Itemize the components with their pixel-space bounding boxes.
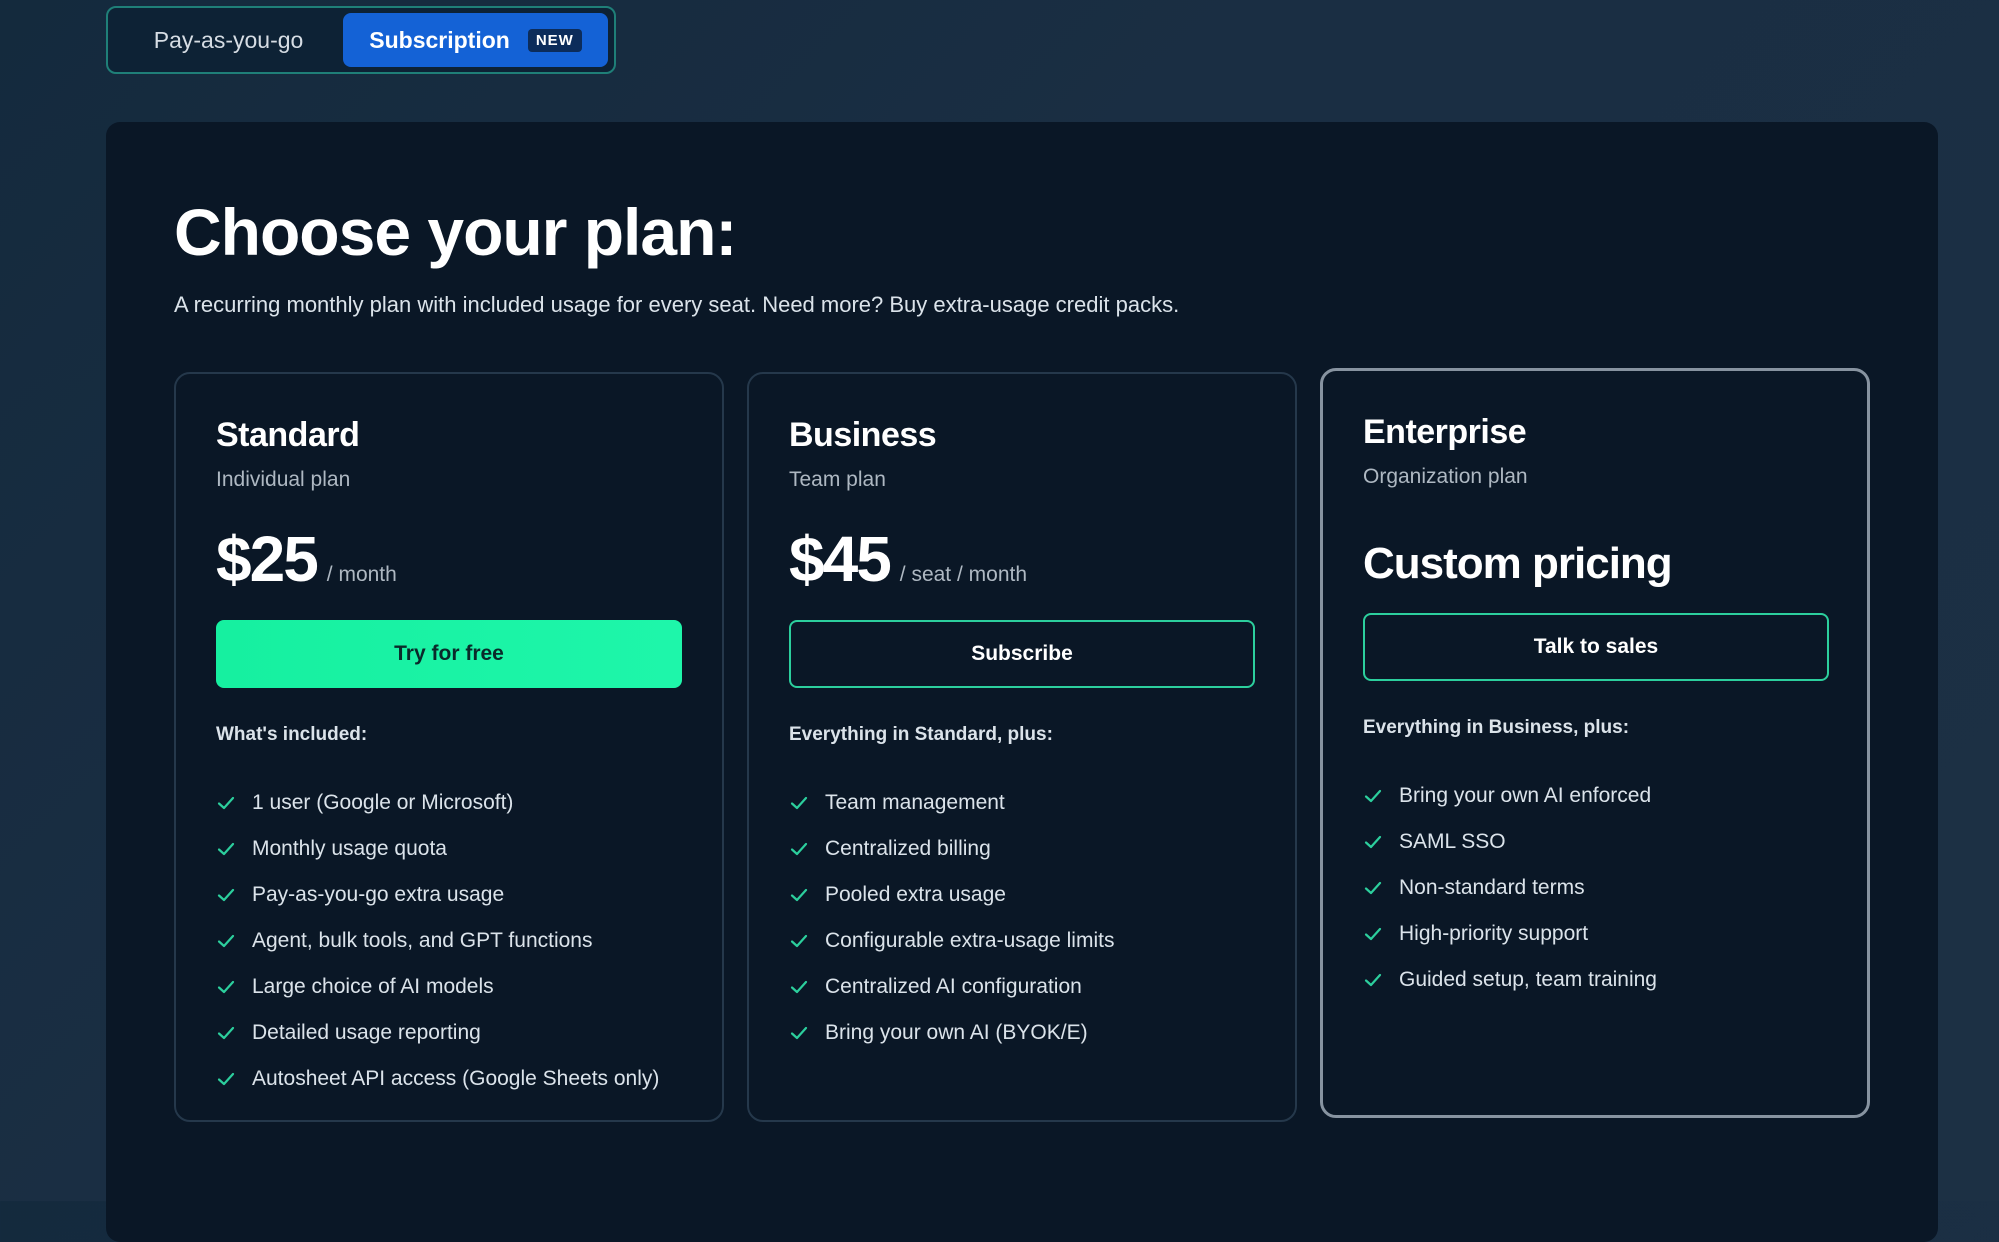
check-icon	[217, 1026, 235, 1040]
included-label: What's included:	[216, 724, 368, 745]
check-icon	[217, 980, 235, 994]
check-icon	[790, 796, 808, 810]
check-icon	[790, 842, 808, 856]
check-icon	[1364, 881, 1382, 895]
page-title: Choose your plan:	[174, 195, 737, 269]
plan-subtitle: Organization plan	[1363, 465, 1528, 488]
feature-item: SAML SSO	[1363, 819, 1657, 865]
plan-name: Standard	[216, 416, 360, 454]
feature-item: Bring your own AI enforced	[1363, 773, 1657, 819]
check-icon	[217, 842, 235, 856]
feature-text: Bring your own AI enforced	[1399, 784, 1652, 807]
check-icon	[217, 934, 235, 948]
feature-list: Team management Centralized billing Pooled…	[789, 780, 1114, 1056]
feature-item: Agent, bulk tools, and GPT functions	[216, 918, 659, 964]
plans-panel: Choose your plan: A recurring monthly pl…	[106, 122, 1938, 1242]
feature-item: Centralized billing	[789, 826, 1114, 872]
feature-item: Centralized AI configuration	[789, 964, 1114, 1010]
talk-to-sales-button[interactable]: Talk to sales	[1363, 613, 1829, 681]
plan-card-standard: Standard Individual plan $25 / month Try…	[174, 372, 724, 1122]
check-icon	[790, 934, 808, 948]
feature-text: Large choice of AI models	[252, 975, 494, 998]
plan-name: Enterprise	[1363, 413, 1527, 451]
page-subtitle: A recurring monthly plan with included u…	[174, 292, 1180, 317]
plan-card-enterprise: Enterprise Organization plan Custom pric…	[1320, 368, 1870, 1118]
plan-name: Business	[789, 416, 937, 454]
price-unit: / month	[326, 563, 397, 586]
feature-text: Monthly usage quota	[252, 837, 447, 860]
try-for-free-button[interactable]: Try for free	[216, 620, 682, 688]
feature-item: High-priority support	[1363, 911, 1657, 957]
feature-item: Detailed usage reporting	[216, 1010, 659, 1056]
toggle-pay-as-you-go-label: Pay-as-you-go	[153, 26, 304, 53]
check-icon	[790, 1026, 808, 1040]
check-icon	[217, 1072, 235, 1086]
feature-item: Configurable extra-usage limits	[789, 918, 1114, 964]
check-icon	[217, 888, 235, 902]
feature-item: Monthly usage quota	[216, 826, 659, 872]
price-amount: $25	[216, 523, 319, 595]
feature-text: Non-standard terms	[1399, 876, 1585, 899]
feature-list: Bring your own AI enforced SAML SSO Non-st…	[1363, 773, 1657, 1003]
feature-text: SAML SSO	[1399, 830, 1506, 853]
feature-text: Detailed usage reporting	[252, 1021, 481, 1044]
feature-text: Agent, bulk tools, and GPT functions	[252, 929, 593, 952]
feature-item: Team management	[789, 780, 1114, 826]
feature-item: Non-standard terms	[1363, 865, 1657, 911]
toggle-subscription[interactable]: Subscription NEW	[343, 13, 608, 67]
check-icon	[217, 796, 235, 810]
toggle-pay-as-you-go[interactable]: Pay-as-you-go	[114, 13, 343, 67]
feature-item: Bring your own AI (BYOK/E)	[789, 1010, 1114, 1056]
feature-item: Large choice of AI models	[216, 964, 659, 1010]
check-icon	[1364, 789, 1382, 803]
feature-text: Centralized AI configuration	[825, 975, 1082, 998]
check-icon	[1364, 927, 1382, 941]
feature-item: Guided setup, team training	[1363, 957, 1657, 1003]
feature-text: Centralized billing	[825, 837, 991, 860]
feature-item: Autosheet API access (Google Sheets only…	[216, 1056, 659, 1102]
toggle-subscription-label: Subscription	[369, 26, 510, 53]
custom-pricing-label: Custom pricing	[1363, 539, 1673, 588]
check-icon	[1364, 835, 1382, 849]
feature-text: 1 user (Google or Microsoft)	[252, 791, 514, 814]
included-label: Everything in Business, plus:	[1363, 717, 1630, 738]
feature-text: Guided setup, team training	[1399, 968, 1657, 991]
price-amount: $45	[789, 523, 892, 595]
plan-price: $45 / seat / month	[789, 522, 1027, 596]
price-unit: / seat / month	[899, 563, 1028, 586]
subscribe-button[interactable]: Subscribe	[789, 620, 1255, 688]
feature-text: Autosheet API access (Google Sheets only…	[252, 1067, 660, 1090]
plan-price: $25 / month	[216, 522, 397, 596]
plan-subtitle: Team plan	[789, 468, 886, 491]
feature-item: Pooled extra usage	[789, 872, 1114, 918]
feature-text: Pooled extra usage	[825, 883, 1006, 906]
plan-card-business: Business Team plan $45 / seat / month Su…	[747, 372, 1297, 1122]
feature-text: Bring your own AI (BYOK/E)	[825, 1021, 1088, 1044]
feature-list: 1 user (Google or Microsoft) Monthly usag…	[216, 780, 659, 1102]
pricing-mode-toggle: Pay-as-you-go Subscription NEW	[106, 6, 616, 74]
check-icon	[790, 888, 808, 902]
included-label: Everything in Standard, plus:	[789, 724, 1053, 745]
check-icon	[1364, 973, 1382, 987]
new-badge: NEW	[527, 28, 582, 52]
feature-text: High-priority support	[1399, 922, 1589, 945]
plan-subtitle: Individual plan	[216, 468, 351, 491]
feature-text: Pay-as-you-go extra usage	[252, 883, 505, 906]
feature-text: Team management	[825, 791, 1005, 814]
feature-text: Configurable extra-usage limits	[825, 929, 1115, 952]
check-icon	[790, 980, 808, 994]
feature-item: Pay-as-you-go extra usage	[216, 872, 659, 918]
feature-item: 1 user (Google or Microsoft)	[216, 780, 659, 826]
